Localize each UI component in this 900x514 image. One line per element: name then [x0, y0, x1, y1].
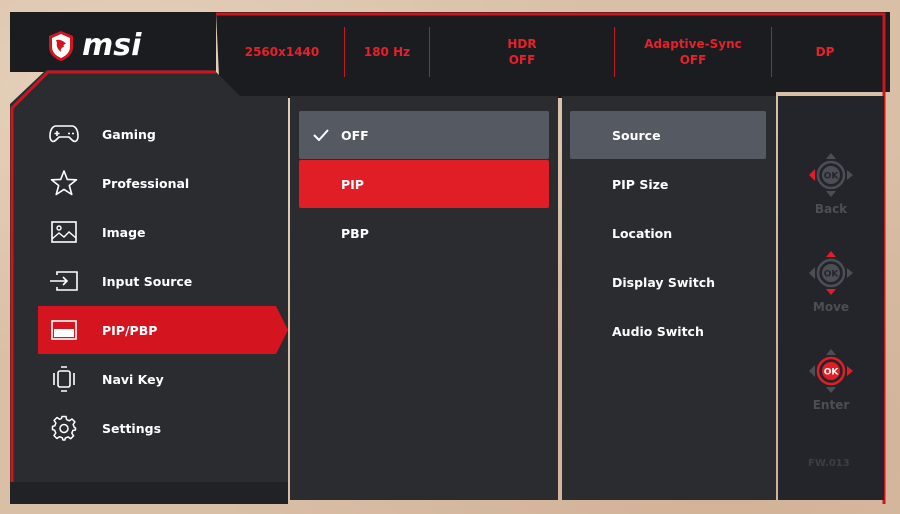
menu-label: Navi Key: [102, 371, 164, 387]
option-off[interactable]: OFF: [299, 111, 549, 159]
menu-label: Settings: [102, 420, 162, 436]
status-adaptive-sync-value: OFF: [679, 53, 707, 67]
gear-icon: [46, 413, 82, 443]
status-adaptive-sync-label: Adaptive-Sync: [644, 37, 742, 51]
status-hdr: HDR OFF: [430, 27, 614, 77]
option-pip[interactable]: PIP: [299, 160, 549, 208]
svg-text:OK: OK: [824, 368, 840, 378]
menu-item-navi-key[interactable]: Navi Key: [38, 355, 276, 403]
menu-item-image[interactable]: Image: [38, 208, 276, 256]
joystick-right-icon: OK: [809, 349, 853, 393]
menu-label: Image: [102, 224, 146, 240]
nav-label: Back: [814, 202, 848, 216]
star-icon: [46, 168, 82, 198]
menu-item-input-source[interactable]: Input Source: [38, 257, 276, 305]
submenu-label: Location: [612, 225, 673, 241]
submenu-item-audio-switch[interactable]: Audio Switch: [570, 307, 766, 355]
submenu-item-source[interactable]: Source: [570, 111, 766, 159]
navigation-hints: OK Back OK Move OK Enter FW.013: [778, 96, 884, 500]
menu-label: PIP/PBP: [102, 322, 158, 338]
brand-name: msi: [82, 28, 142, 63]
menu-item-settings[interactable]: Settings: [38, 404, 276, 452]
nav-hint-back: OK Back: [778, 150, 884, 216]
option-pbp[interactable]: PBP: [299, 209, 549, 257]
submenu-item-pip-size[interactable]: PIP Size: [570, 160, 766, 208]
pip-mode-options: OFF PIP PBP: [290, 96, 558, 500]
submenu-label: Source: [612, 127, 661, 143]
status-input: DP: [772, 27, 878, 77]
msi-logo: msi: [46, 28, 141, 63]
joystick-up-down-icon: OK: [809, 251, 853, 295]
osd-window: msi 2560x1440 180 Hz HDR OFF Adaptive-Sy…: [10, 12, 890, 504]
main-menu: Gaming Professional Image Input Source P…: [18, 96, 288, 500]
nav-label: Move: [812, 300, 850, 314]
status-refresh-value: 180 Hz: [363, 45, 411, 59]
svg-text:OK: OK: [824, 172, 840, 182]
status-input-value: DP: [815, 45, 835, 59]
gamepad-icon: [46, 119, 82, 149]
navi-key-icon: [46, 364, 82, 394]
status-hdr-label: HDR: [507, 37, 537, 51]
menu-label: Professional: [102, 175, 190, 191]
status-adaptive-sync: Adaptive-Sync OFF: [615, 27, 771, 77]
submenu-label: PIP Size: [612, 176, 669, 192]
nav-hint-move: OK Move: [778, 248, 884, 314]
status-resolution: 2560x1440: [220, 27, 344, 77]
submenu-label: Display Switch: [612, 274, 716, 290]
input-source-icon: [46, 266, 82, 296]
image-icon: [46, 217, 82, 247]
menu-label: Input Source: [102, 273, 193, 289]
submenu-item-display-switch[interactable]: Display Switch: [570, 258, 766, 306]
pip-icon: [46, 315, 82, 345]
checkmark-icon: [313, 129, 335, 141]
svg-text:OK: OK: [824, 270, 840, 280]
menu-item-gaming[interactable]: Gaming: [38, 110, 276, 158]
nav-label: Enter: [812, 398, 850, 412]
status-resolution-value: 2560x1440: [244, 45, 320, 59]
status-hdr-value: OFF: [508, 53, 536, 67]
option-label: PBP: [341, 225, 369, 241]
joystick-left-icon: OK: [809, 153, 853, 197]
menu-label: Gaming: [102, 126, 156, 142]
menu-item-pip-pbp[interactable]: PIP/PBP: [38, 306, 288, 354]
pip-submenu: Source PIP Size Location Display Switch …: [562, 96, 776, 500]
option-label: PIP: [341, 176, 364, 192]
nav-hint-enter: OK Enter: [778, 346, 884, 412]
status-bar: 2560x1440 180 Hz HDR OFF Adaptive-Sync O…: [220, 20, 880, 84]
firmware-version: FW.013: [808, 458, 850, 469]
menu-item-professional[interactable]: Professional: [38, 159, 276, 207]
submenu-item-location[interactable]: Location: [570, 209, 766, 257]
status-refresh-rate: 180 Hz: [345, 27, 429, 77]
msi-dragon-shield-icon: [46, 30, 76, 62]
option-label: OFF: [341, 127, 369, 143]
submenu-label: Audio Switch: [612, 323, 704, 339]
